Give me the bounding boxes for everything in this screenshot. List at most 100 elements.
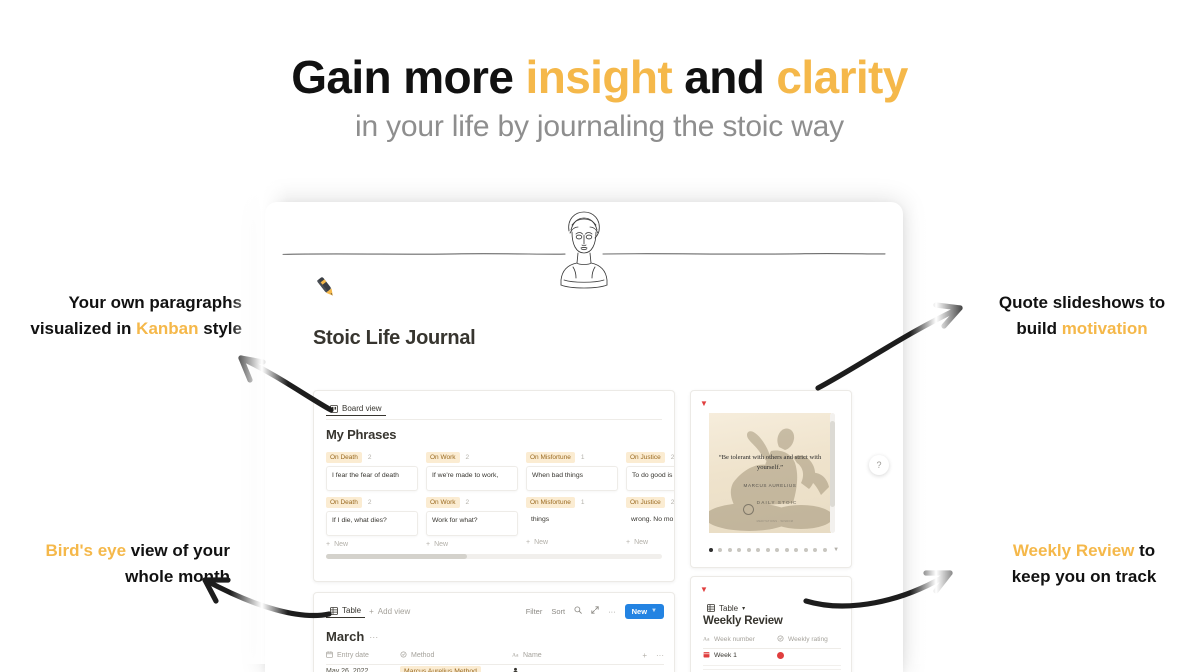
- carousel-dot[interactable]: [727, 548, 732, 552]
- kanban-card[interactable]: If I die, what dies?: [326, 511, 418, 536]
- kanban-column[interactable]: On Death 2 I fear the fear of death On D…: [326, 451, 418, 548]
- add-column-button[interactable]: +: [642, 651, 647, 660]
- chevron-down-icon[interactable]: ▼: [833, 547, 839, 553]
- carousel-dot[interactable]: [803, 548, 808, 552]
- text-icon: Aa: [703, 635, 710, 644]
- carousel-dots[interactable]: ▼: [709, 547, 839, 553]
- carousel-dot[interactable]: [718, 548, 723, 552]
- carousel-dot[interactable]: [775, 548, 780, 552]
- tabbar-divider: [326, 419, 662, 420]
- headline-part1: Gain more: [291, 51, 526, 103]
- more-icon[interactable]: ···: [608, 607, 616, 616]
- add-view-label: Add view: [377, 606, 411, 616]
- add-card-button[interactable]: + New: [626, 539, 674, 546]
- app-window-mockup: Stoic Life Journal Board view My Phrases…: [265, 202, 903, 672]
- new-button[interactable]: New ▼: [624, 603, 664, 619]
- kanban-card[interactable]: Work for what?: [426, 511, 518, 536]
- svg-text:Aa: Aa: [512, 653, 519, 658]
- status-badge: On Justice: [626, 496, 665, 508]
- status-badge: On Misfortune: [526, 496, 575, 508]
- column-header-name[interactable]: Aa Name: [512, 651, 632, 660]
- carousel-dot[interactable]: [794, 548, 799, 552]
- kanban-group-header: On Misfortune 1: [526, 496, 618, 508]
- tab-table-view[interactable]: Table: [326, 604, 366, 618]
- tab-weekly-table-label: Table: [719, 603, 739, 613]
- more-icon[interactable]: ···: [656, 651, 664, 660]
- filter-button[interactable]: Filter: [526, 607, 543, 616]
- expand-icon[interactable]: [591, 606, 599, 616]
- kanban-column[interactable]: On Justice 2 To do good is On Justice 2 …: [626, 451, 674, 548]
- table-row[interactable]: May 26, 2022 Marcus Aurelius Method: [326, 666, 664, 672]
- table-row-divider: [703, 669, 841, 670]
- vertical-scrollbar[interactable]: [830, 413, 835, 533]
- scrollbar-thumb[interactable]: [326, 554, 468, 559]
- more-icon[interactable]: ···: [369, 632, 378, 642]
- kanban-card[interactable]: wrong. No mo: [626, 511, 674, 534]
- quote-slideshow-panel[interactable]: ▼ “Be tolerant with others and strict wi: [690, 390, 852, 568]
- callout-month-line1: Bird's eye view of your: [2, 538, 230, 564]
- callout-quote: Quote slideshows to build motivation: [973, 290, 1191, 341]
- plus-icon: +: [526, 539, 531, 546]
- carousel-dot[interactable]: [737, 548, 742, 552]
- scrollbar-thumb[interactable]: [830, 421, 835, 508]
- daily-stoic-logo: DAILY STOIC MEDITATIONS · WISDOM: [709, 491, 831, 527]
- callout-kanban: Your own paragraphs visualized in Kanban…: [2, 290, 242, 341]
- chevron-down-icon[interactable]: ▼: [700, 585, 708, 594]
- landing-page: Gain more insight and clarity in your li…: [0, 0, 1199, 672]
- add-card-label: New: [434, 541, 449, 548]
- kanban-card[interactable]: To do good is: [626, 466, 674, 491]
- carousel-dot[interactable]: [746, 548, 751, 552]
- group-count: 1: [580, 498, 585, 506]
- kanban-card[interactable]: When bad things: [526, 466, 618, 491]
- column-header-method[interactable]: Method: [400, 651, 512, 660]
- carousel-dot[interactable]: [813, 548, 818, 552]
- callout-month-accent: Bird's eye: [45, 541, 127, 560]
- board-view-tabbar: Board view: [326, 400, 386, 418]
- column-header-week-number[interactable]: Aa Week number: [703, 635, 777, 644]
- kanban-card[interactable]: things: [526, 511, 618, 534]
- carousel-dot[interactable]: [756, 548, 761, 552]
- cell-week-label: Week 1: [714, 652, 737, 659]
- callout-quote-line2: build motivation: [973, 316, 1191, 342]
- search-icon[interactable]: [574, 606, 582, 616]
- add-card-button[interactable]: + New: [426, 541, 518, 548]
- cell-weekly-rating: [777, 652, 784, 659]
- chevron-down-icon[interactable]: ▾: [742, 605, 745, 612]
- carousel-dot[interactable]: [784, 548, 789, 552]
- add-card-button[interactable]: + New: [526, 539, 618, 546]
- kanban-board-panel[interactable]: Board view My Phrases On Death 2 I fear …: [313, 390, 675, 582]
- carousel-dot[interactable]: [765, 548, 770, 552]
- kanban-card[interactable]: I fear the fear of death: [326, 466, 418, 491]
- new-button-label: New: [631, 606, 648, 616]
- carousel-dot[interactable]: [822, 548, 827, 552]
- table-header-row: Entry date Method Aa Name + ···: [326, 651, 664, 665]
- carousel-dot[interactable]: [709, 548, 713, 552]
- column-header-entry-date[interactable]: Entry date: [326, 651, 400, 660]
- help-button[interactable]: ?: [869, 455, 889, 475]
- add-card-button[interactable]: + New: [326, 541, 418, 548]
- plus-icon: +: [326, 541, 331, 548]
- rating-dot-icon: [777, 652, 784, 659]
- sort-button[interactable]: Sort: [551, 607, 565, 616]
- tab-board-view-label: Board view: [342, 404, 382, 413]
- march-table-panel[interactable]: Table + Add view Filter Sort ··· New ▼ M…: [313, 592, 675, 672]
- column-header-weekly-rating[interactable]: Weekly rating: [777, 635, 828, 644]
- chevron-down-icon[interactable]: ▼: [700, 399, 708, 408]
- kanban-column[interactable]: On Work 2 If we're made to work, On Work…: [426, 451, 518, 548]
- status-badge: On Death: [326, 496, 362, 508]
- callout-weekly-line1: Weekly Review to: [977, 538, 1191, 564]
- weekly-review-panel[interactable]: ▼ Table ▾ Weekly Review Aa Week number W…: [690, 576, 852, 672]
- kanban-column[interactable]: On Misfortune 1 When bad things On Misfo…: [526, 451, 618, 548]
- tab-board-view[interactable]: Board view: [326, 402, 386, 416]
- select-icon: [777, 635, 784, 644]
- svg-text:Aa: Aa: [703, 637, 710, 642]
- add-view-button[interactable]: + Add view: [365, 605, 414, 618]
- column-header-label: Name: [523, 652, 542, 659]
- cell-name: [512, 667, 632, 672]
- horizontal-scrollbar[interactable]: [326, 554, 662, 559]
- chevron-down-icon[interactable]: ▼: [651, 608, 657, 614]
- plus-icon: +: [626, 539, 631, 546]
- tab-weekly-table-view[interactable]: Table ▾: [703, 602, 749, 615]
- page-subtitle: in your life by journaling the stoic way: [355, 110, 844, 143]
- kanban-card[interactable]: If we're made to work,: [426, 466, 518, 491]
